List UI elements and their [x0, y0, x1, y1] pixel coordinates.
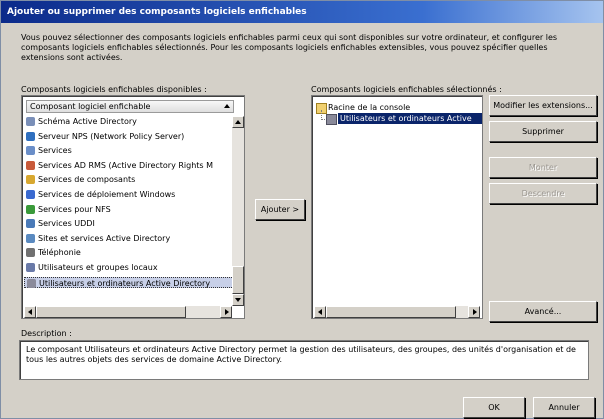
move-up-button[interactable]: Monter [489, 157, 597, 178]
available-label: Composants logiciels enfichables disponi… [21, 85, 207, 94]
nps-icon [26, 131, 35, 141]
selected-tree[interactable]: Racine de la console Utilisateurs et ord… [311, 95, 483, 319]
list-item-label: Services AD RMS (Active Directory Rights… [38, 160, 214, 170]
list-item-label: Sites et services Active Directory [38, 233, 171, 243]
list-item-label: Services pour NFS [38, 204, 111, 214]
column-header-label: Composant logiciel enfichable [30, 102, 151, 111]
available-vscroll[interactable] [232, 116, 244, 306]
cancel-button[interactable]: Annuler [533, 397, 595, 418]
list-item[interactable]: Services pour NFS [24, 204, 234, 215]
selected-hscroll[interactable] [314, 306, 480, 318]
edit-extensions-button[interactable]: Modifier les extensions... [489, 95, 597, 116]
list-item[interactable]: Services de déploiement Windows [24, 189, 234, 200]
ad-users-icon [27, 278, 36, 288]
services-icon [26, 146, 35, 156]
list-item-label: Services UDDI [38, 219, 95, 229]
scroll-down-button[interactable] [232, 294, 244, 306]
list-item-label: Utilisateurs et ordinateurs Active Direc… [39, 278, 211, 288]
list-item[interactable]: Schéma Active Directory [24, 116, 234, 127]
scroll-up-button[interactable] [232, 116, 244, 128]
arrow-right-icon [473, 309, 477, 315]
tree-item-ad-users[interactable]: Utilisateurs et ordinateurs Active [326, 113, 482, 125]
selected-label: Composants logiciels enfichables sélecti… [311, 85, 502, 94]
rms-icon [26, 160, 35, 170]
list-item-label: Serveur NPS (Network Policy Server) [38, 131, 185, 141]
wds-icon [26, 190, 35, 199]
tree-root-label: Racine de la console [328, 103, 411, 112]
vscroll-thumb[interactable] [232, 266, 244, 294]
sites-icon [26, 233, 35, 243]
uddi-icon [26, 219, 35, 229]
telephony-icon [26, 248, 35, 258]
available-list[interactable]: Composant logiciel enfichable Schéma Act… [21, 95, 245, 319]
list-item[interactable]: Téléphonie [24, 247, 234, 258]
scroll-left-button[interactable] [24, 306, 36, 318]
intro-text: Vous pouvez sélectionner des composants … [21, 33, 558, 62]
description-box: Le composant Utilisateurs et ordinateurs… [19, 340, 589, 380]
snapin-dialog: Ajouter ou supprimer des composants logi… [0, 0, 604, 419]
scroll-right-button[interactable] [220, 306, 232, 318]
scroll-left-button[interactable] [314, 306, 326, 318]
arrow-down-icon [235, 298, 241, 302]
list-item[interactable]: Sites et services Active Directory [24, 233, 234, 244]
arrow-left-icon [318, 309, 322, 315]
components-icon [26, 175, 35, 185]
column-header[interactable]: Composant logiciel enfichable [26, 100, 234, 113]
list-item-label: Téléphonie [38, 248, 81, 258]
scroll-right-button[interactable] [468, 306, 480, 318]
nfs-icon [26, 204, 35, 214]
list-item[interactable]: Services de composants [24, 174, 234, 185]
ad-users-icon [326, 114, 337, 125]
arrow-left-icon [28, 309, 32, 315]
list-item-label: Services de déploiement Windows [38, 190, 176, 199]
hscroll-thumb[interactable] [326, 306, 456, 318]
list-item[interactable]: Utilisateurs et ordinateurs Active Direc… [24, 276, 234, 288]
list-item-label: Schéma Active Directory [38, 117, 137, 126]
advanced-button[interactable]: Avancé... [489, 301, 597, 322]
move-down-button[interactable]: Descendre [489, 183, 597, 204]
tree-child-label: Utilisateurs et ordinateurs Active [338, 113, 482, 124]
arrow-up-icon [235, 120, 241, 124]
description-label: Description : [21, 329, 72, 338]
hscroll-thumb[interactable] [36, 306, 186, 318]
list-item[interactable]: Serveur NPS (Network Policy Server) [24, 131, 234, 142]
users-groups-icon [26, 263, 35, 272]
list-item[interactable]: Services UDDI [24, 218, 234, 229]
list-item-label: Utilisateurs et groupes locaux [38, 263, 158, 272]
schema-icon [26, 117, 35, 126]
add-button[interactable]: Ajouter > [255, 199, 305, 220]
ok-button[interactable]: OK [463, 397, 525, 418]
list-item[interactable]: Services AD RMS (Active Directory Rights… [24, 160, 234, 171]
list-item-label: Services de composants [38, 175, 136, 185]
arrow-right-icon [225, 309, 229, 315]
list-item[interactable]: Utilisateurs et groupes locaux [24, 262, 234, 273]
remove-button[interactable]: Supprimer [489, 121, 597, 142]
tree-item-console-root[interactable]: Racine de la console [316, 102, 411, 114]
available-hscroll[interactable] [24, 306, 232, 318]
sort-up-icon [224, 104, 230, 108]
list-item-label: Services [38, 146, 72, 156]
list-item[interactable]: Services [24, 145, 234, 156]
dialog-title: Ajouter ou supprimer des composants logi… [1, 1, 603, 23]
